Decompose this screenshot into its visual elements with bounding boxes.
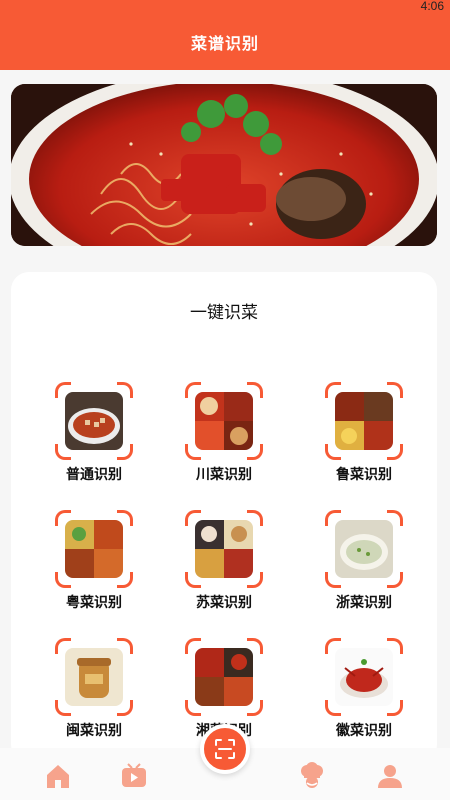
grid-item-label: 粤菜识别: [66, 595, 122, 611]
grid-item-huicai[interactable]: 徽菜识别: [303, 638, 413, 748]
dish-photo-icon: [11, 84, 437, 246]
hunan-dishes-collage-icon: [195, 648, 253, 706]
scan-icon: [215, 739, 235, 759]
grid-item-chuancai[interactable]: 川菜识别: [163, 382, 273, 492]
video-icon: [122, 763, 146, 787]
tab-chef[interactable]: [298, 762, 326, 790]
scan-frame: [185, 638, 263, 716]
cantonese-dishes-collage-icon: [65, 520, 123, 578]
grid-item-label: 普通识别: [66, 467, 122, 483]
scan-frame: [55, 382, 133, 460]
grid-item-label: 徽菜识别: [336, 723, 392, 739]
chef-icon: [301, 762, 323, 788]
zhejiang-dish-photo-icon: [335, 520, 393, 578]
tab-home[interactable]: [44, 762, 72, 790]
sichuan-dishes-collage-icon: [195, 392, 253, 450]
grid-item-zhecai[interactable]: 浙菜识别: [303, 510, 413, 620]
scan-frame: [55, 510, 133, 588]
scan-frame: [325, 638, 403, 716]
mapo-tofu-photo-icon: [65, 392, 123, 450]
grid-item-label: 苏菜识别: [196, 595, 252, 611]
scan-frame: [55, 638, 133, 716]
scan-frame: [325, 510, 403, 588]
status-time: 4:06: [420, 0, 444, 13]
recognition-card: 一键识菜 普通识别 川菜识别 鲁菜识别 粤菜识别 苏菜识别 浙菜识别 闽菜识别 …: [11, 272, 437, 762]
page-title: 菜谱识别: [190, 34, 259, 53]
home-icon: [47, 765, 69, 788]
grid-item-label: 鲁菜识别: [336, 467, 392, 483]
app-header: 菜谱识别: [0, 14, 450, 70]
scan-button[interactable]: [200, 724, 250, 774]
fujian-dish-photo-icon: [65, 648, 123, 706]
jiangsu-dishes-collage-icon: [195, 520, 253, 578]
grid-item-yuecai[interactable]: 粤菜识别: [33, 510, 143, 620]
shandong-dishes-collage-icon: [335, 392, 393, 450]
status-bar: 4:06: [0, 0, 450, 14]
grid-item-mincai[interactable]: 闽菜识别: [33, 638, 143, 748]
scan-frame: [325, 382, 403, 460]
grid-item-label: 闽菜识别: [66, 723, 122, 739]
anhui-dish-photo-icon: [335, 648, 393, 706]
card-heading: 一键识菜: [190, 303, 258, 323]
scan-frame: [185, 510, 263, 588]
tab-video[interactable]: [120, 762, 148, 790]
tab-profile[interactable]: [376, 762, 404, 790]
grid-item-putong[interactable]: 普通识别: [33, 382, 143, 492]
grid-item-label: 川菜识别: [196, 467, 252, 483]
grid-item-label: 浙菜识别: [336, 595, 392, 611]
scan-frame: [185, 382, 263, 460]
banner-image[interactable]: [11, 84, 437, 246]
grid-item-lucai[interactable]: 鲁菜识别: [303, 382, 413, 492]
grid-item-sucai[interactable]: 苏菜识别: [163, 510, 273, 620]
profile-icon: [378, 765, 402, 788]
